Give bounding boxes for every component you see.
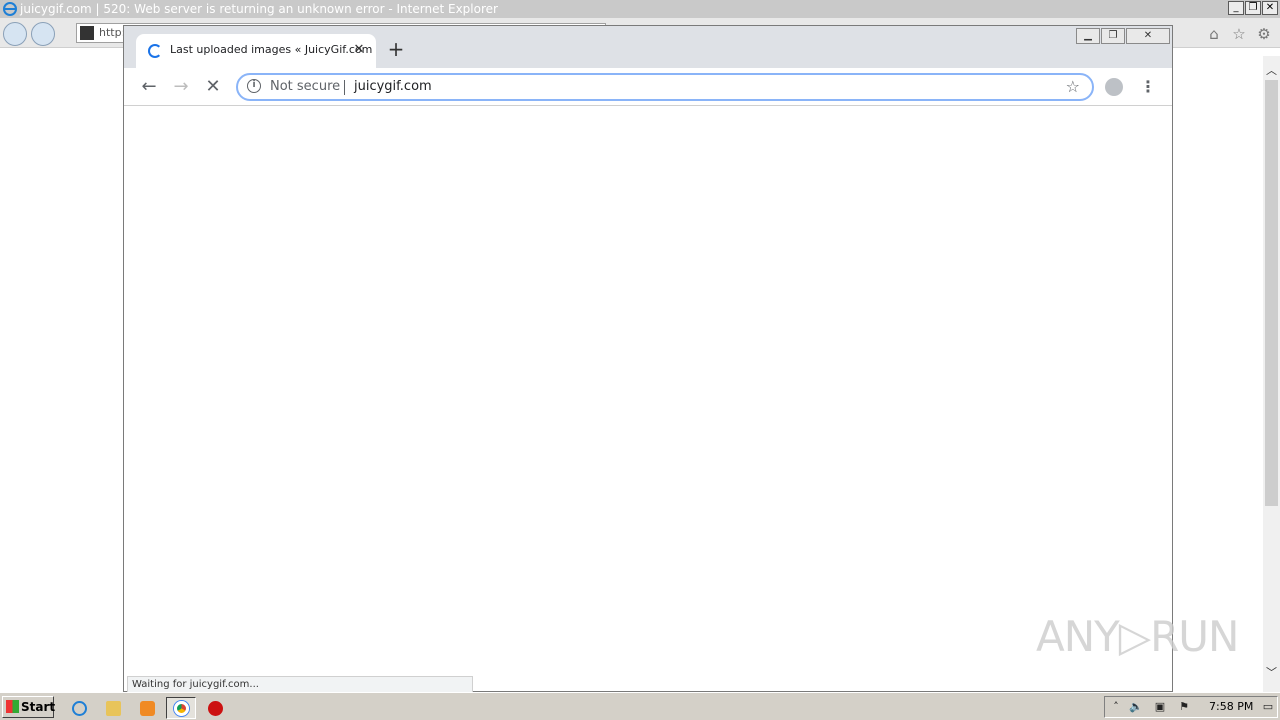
folder-icon [106, 701, 121, 716]
ie-scrollbar[interactable]: ︿ ﹀ [1263, 56, 1280, 692]
ie-forward-icon[interactable] [31, 22, 55, 46]
ie-scroll-thumb[interactable] [1265, 80, 1278, 506]
ie-favorites-icon[interactable]: ☆ [1231, 26, 1247, 42]
volume-icon[interactable]: 🔈 [1129, 700, 1143, 714]
site-favicon-icon [80, 26, 94, 40]
chrome-restore-button[interactable]: ❐ [1101, 28, 1125, 44]
tab-close-icon[interactable]: ✕ [351, 42, 367, 58]
new-tab-button[interactable]: + [386, 39, 406, 60]
show-desktop-icon[interactable]: ▭ [1261, 700, 1275, 714]
media-player-icon [140, 701, 155, 716]
ie-address-text: http: [99, 26, 126, 39]
bookmark-star-icon[interactable]: ☆ [1066, 77, 1080, 96]
taskbar: Start ˄ 🔈 ▣ ⚑ 7:58 PM ▭ [0, 692, 1280, 720]
anyrun-watermark: ANY▷RUN [1036, 612, 1239, 661]
ie-titlebar: juicygif.com | 520: Web server is return… [0, 0, 1280, 18]
start-label: Start [21, 700, 56, 714]
info-icon[interactable]: i [247, 79, 261, 93]
chrome-window: Last uploaded images « JuicyGif.com ✕ + … [123, 25, 1173, 693]
red-stop-icon [208, 701, 223, 716]
back-arrow-icon[interactable]: ← [138, 76, 160, 98]
page-content [124, 107, 1172, 676]
taskbar-explorer-button[interactable] [98, 697, 128, 719]
security-label[interactable]: Not secure [270, 79, 340, 94]
chrome-minimize-button[interactable]: ▁ [1076, 28, 1100, 44]
network-icon[interactable]: ▣ [1153, 700, 1167, 714]
taskbar-chrome-button[interactable] [166, 697, 196, 719]
internet-explorer-icon [3, 2, 17, 16]
ie-window-title: juicygif.com | 520: Web server is return… [20, 2, 498, 16]
omnibox[interactable]: i Not secure juicygif.com ☆ [236, 73, 1094, 101]
scroll-up-icon[interactable]: ︿ [1263, 62, 1280, 78]
tab-title: Last uploaded images « JuicyGif.com [170, 43, 373, 56]
chrome-tabstrip: Last uploaded images « JuicyGif.com ✕ + … [124, 26, 1172, 68]
start-button[interactable]: Start [2, 696, 56, 718]
taskbar-media-player-button[interactable] [132, 697, 162, 719]
chrome-toolbar: ← → ✕ i Not secure juicygif.com ☆ ⋮ [124, 68, 1172, 106]
taskbar-stop-app-button[interactable] [200, 697, 230, 719]
ie-minimize-button[interactable]: _ [1228, 1, 1244, 15]
action-center-flag-icon[interactable]: ⚑ [1177, 700, 1191, 714]
chrome-close-button[interactable]: ✕ [1126, 28, 1170, 44]
chrome-icon [174, 701, 189, 716]
system-tray: ˄ 🔈 ▣ ⚑ 7:58 PM ▭ [1104, 696, 1278, 718]
loading-spinner-icon [148, 44, 162, 58]
chrome-menu-icon[interactable]: ⋮ [1137, 76, 1159, 98]
ie-close-button[interactable]: ✕ [1262, 1, 1278, 15]
scroll-down-icon[interactable]: ﹀ [1263, 664, 1280, 680]
omnibox-separator [344, 80, 345, 95]
ie-back-icon[interactable] [3, 22, 27, 46]
stop-loading-icon[interactable]: ✕ [202, 76, 224, 98]
ie-restore-button[interactable]: ❐ [1245, 1, 1261, 15]
show-hidden-icons-icon[interactable]: ˄ [1109, 700, 1123, 714]
ie-home-icon[interactable]: ⌂ [1206, 26, 1222, 42]
tab-active[interactable]: Last uploaded images « JuicyGif.com ✕ [136, 34, 376, 68]
internet-explorer-icon [72, 701, 87, 716]
taskbar-ie-button[interactable] [64, 697, 94, 719]
status-bubble: Waiting for juicygif.com... [127, 676, 473, 693]
url-text[interactable]: juicygif.com [354, 79, 432, 94]
profile-avatar-icon[interactable] [1105, 78, 1123, 96]
ie-settings-gear-icon[interactable]: ⚙ [1256, 26, 1272, 42]
clock[interactable]: 7:58 PM [1209, 700, 1253, 713]
windows-logo-icon [6, 700, 19, 713]
forward-arrow-icon[interactable]: → [170, 76, 192, 98]
